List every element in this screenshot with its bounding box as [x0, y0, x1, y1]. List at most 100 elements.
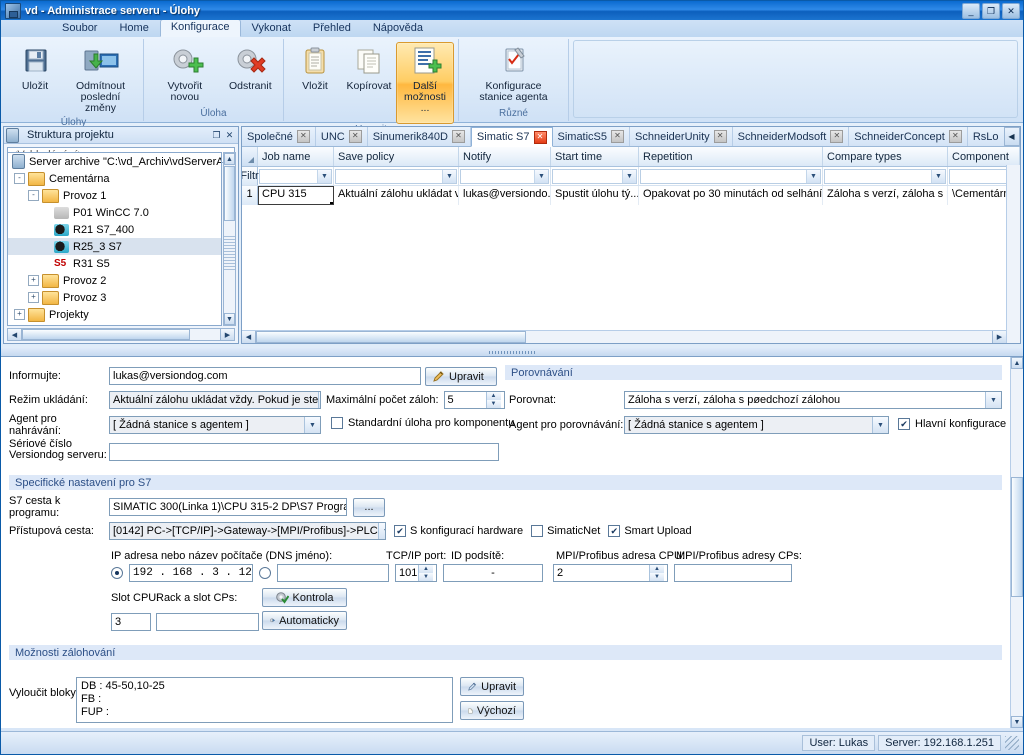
subnet-id-input[interactable]: -	[443, 564, 543, 582]
chevron-down-icon[interactable]: ▼	[318, 392, 320, 408]
ip-address-radio[interactable]	[111, 567, 123, 579]
tab-simatic-s7[interactable]: Simatic S7 ✕	[470, 127, 553, 147]
spinner-up[interactable]: ▲	[650, 565, 664, 573]
table-row[interactable]: 1 CPU 315 Aktuální zálohu ukládat v... l…	[242, 186, 1020, 205]
scroll-down-arrow[interactable]: ▼	[224, 313, 235, 325]
filter-input-start-time[interactable]: ▼	[552, 168, 637, 184]
filter-input-compare-types[interactable]: ▼	[824, 168, 946, 184]
rack-slot-cps-input[interactable]	[156, 613, 259, 631]
backup-default-button[interactable]: Výchozí	[460, 701, 524, 720]
tab-scroll-right-button[interactable]: ▶	[1019, 127, 1020, 146]
main-config-checkbox[interactable]: ✔	[898, 418, 910, 430]
close-panel-button[interactable]: ✕	[223, 129, 236, 141]
form-scroll-down-arrow[interactable]: ▼	[1011, 716, 1023, 728]
cell-repetition[interactable]: Opakovat po 30 minutách od selhání	[639, 186, 823, 205]
tree-node-projekty[interactable]: + Projekty	[8, 306, 221, 323]
automaticky-button[interactable]: Automaticky	[262, 611, 347, 630]
spinner-down[interactable]: ▼	[486, 400, 501, 408]
spinner-buttons[interactable]: ▲ ▼	[485, 392, 501, 408]
project-tree[interactable]: Server archive "C:\vd_Archiv\vdServerArc…	[7, 152, 222, 326]
tree-node-r31-s5[interactable]: S5 R31 S5	[8, 255, 221, 272]
grid-select-all-corner[interactable]	[242, 147, 258, 166]
delete-button[interactable]: Odstranit	[222, 42, 279, 95]
tab-simatics5[interactable]: SimaticS5 ✕	[553, 127, 631, 146]
notify-edit-button[interactable]: Upravit	[425, 367, 497, 386]
scrollbar-thumb-h[interactable]	[22, 329, 190, 340]
grid-scroll-left-arrow[interactable]: ◀	[242, 331, 256, 343]
spinner-up[interactable]: ▲	[486, 392, 501, 400]
panel-splitter[interactable]	[1, 348, 1023, 356]
cell-notify[interactable]: lukas@versiondo...	[459, 186, 551, 205]
tab-schneidermodsoft[interactable]: SchneiderModsoft ✕	[733, 127, 850, 146]
serial-number-input[interactable]	[109, 443, 499, 461]
standard-job-row[interactable]: Standardní úloha pro komponentu	[331, 417, 514, 429]
compare-combo[interactable]: Záloha s verzí, záloha s pøedchozí záloh…	[624, 391, 1002, 409]
expand-expander[interactable]: +	[28, 292, 39, 303]
save-button[interactable]: Uložit	[8, 42, 62, 95]
dns-name-radio[interactable]	[259, 567, 271, 579]
close-icon[interactable]: ✕	[830, 130, 844, 143]
grid-vertical-scrollbar[interactable]	[1006, 165, 1020, 343]
filter-input-job-name[interactable]: ▼	[259, 168, 332, 184]
scroll-right-arrow[interactable]: ▶	[220, 329, 234, 340]
tab-spolecne[interactable]: Společné ✕	[242, 127, 316, 146]
cell-save-policy[interactable]: Aktuální zálohu ukládat v...	[334, 186, 459, 205]
tree-node-provoz-3[interactable]: + Provoz 3	[8, 289, 221, 306]
ribbon-tab-home[interactable]: Home	[108, 20, 159, 37]
column-header-repetition[interactable]: Repetition	[639, 147, 823, 166]
spinner-up[interactable]: ▲	[419, 565, 433, 573]
tree-vertical-scrollbar[interactable]: ▲ ▼	[223, 152, 236, 326]
scroll-up-arrow[interactable]: ▲	[224, 153, 235, 165]
chevron-down-icon[interactable]: ▼	[872, 417, 888, 433]
simaticnet-checkbox[interactable]	[531, 525, 544, 537]
dns-name-input[interactable]	[277, 564, 389, 582]
chevron-down-icon[interactable]: ▼	[304, 417, 320, 433]
spinner-down[interactable]: ▼	[650, 573, 664, 581]
tab-schneiderunity[interactable]: SchneiderUnity ✕	[630, 127, 733, 146]
tab-schneiderconcept[interactable]: SchneiderConcept ✕	[849, 127, 968, 146]
grid-horizontal-scrollbar[interactable]: ◀ ▶	[242, 330, 1006, 343]
column-header-save-policy[interactable]: Save policy	[334, 147, 459, 166]
tree-node-provoz-2[interactable]: + Provoz 2	[8, 272, 221, 289]
exclude-blocks-textarea[interactable]: DB : 45-50,10-25 FB : FUP :	[76, 677, 453, 723]
expand-expander[interactable]: +	[14, 309, 25, 320]
ribbon-tab-soubor[interactable]: Soubor	[51, 20, 108, 37]
paste-button[interactable]: Vložit	[288, 42, 342, 95]
chevron-down-icon[interactable]: ▼	[377, 523, 385, 539]
chevron-down-icon[interactable]: ▼	[806, 169, 820, 183]
collapse-expander[interactable]: -	[14, 173, 25, 184]
cell-compare-types[interactable]: Záloha s verzí, záloha s p...	[823, 186, 948, 205]
form-scroll-up-arrow[interactable]: ▲	[1011, 357, 1023, 369]
tab-scroll-left-button[interactable]: ◀	[1003, 127, 1020, 146]
column-header-job-name[interactable]: Job name	[258, 147, 334, 166]
copy-button[interactable]: Kopírovat	[342, 42, 396, 95]
ribbon-tab-prehled[interactable]: Přehled	[302, 20, 362, 37]
filter-input-notify[interactable]: ▼	[460, 168, 549, 184]
close-icon[interactable]: ✕	[611, 130, 625, 143]
create-new-button[interactable]: Vytvořit novou	[148, 42, 222, 106]
tree-node-provoz-1[interactable]: - Provoz 1	[8, 187, 221, 204]
column-header-notify[interactable]: Notify	[459, 147, 551, 166]
more-options-button[interactable]: Další možnosti ...	[396, 42, 454, 124]
tcp-port-spinner[interactable]: ▲ ▼	[418, 565, 433, 581]
compare-agent-combo[interactable]: [ Žádná stanice s agentem ] ▼	[624, 416, 889, 434]
save-mode-combo[interactable]: Aktuální zálohu ukládat vždy. Pokud je s…	[109, 391, 321, 409]
mpi-cpu-spinner[interactable]: ▲ ▼	[649, 565, 664, 581]
form-scrollbar-thumb[interactable]	[1011, 477, 1023, 597]
ribbon-tab-konfigurace[interactable]: Konfigurace	[159, 19, 241, 37]
grid-scrollbar-thumb[interactable]	[256, 331, 526, 343]
chevron-down-icon[interactable]: ▼	[622, 169, 636, 183]
close-button[interactable]: ✕	[1002, 3, 1020, 19]
program-path-input[interactable]: SIMATIC 300(Linka 1)\CPU 315-2 DP\S7 Pro…	[109, 498, 347, 516]
agent-station-config-button[interactable]: Konfigurace stanice agenta	[465, 42, 563, 106]
smart-upload-checkbox[interactable]: ✔	[608, 525, 621, 537]
slot-cpu-input[interactable]: 3	[111, 613, 151, 631]
tree-node-cementarna[interactable]: - Cementárna	[8, 170, 221, 187]
cell-start-time[interactable]: Spustit úlohu tý...	[551, 186, 639, 205]
scroll-left-arrow[interactable]: ◀	[8, 329, 22, 340]
close-icon[interactable]: ✕	[948, 130, 962, 143]
ip-address-input[interactable]: 192 . 168 . 3 . 121	[129, 564, 253, 582]
standard-job-checkbox[interactable]	[331, 417, 343, 429]
close-icon[interactable]: ✕	[713, 130, 727, 143]
chevron-down-icon[interactable]: ▼	[442, 169, 456, 183]
